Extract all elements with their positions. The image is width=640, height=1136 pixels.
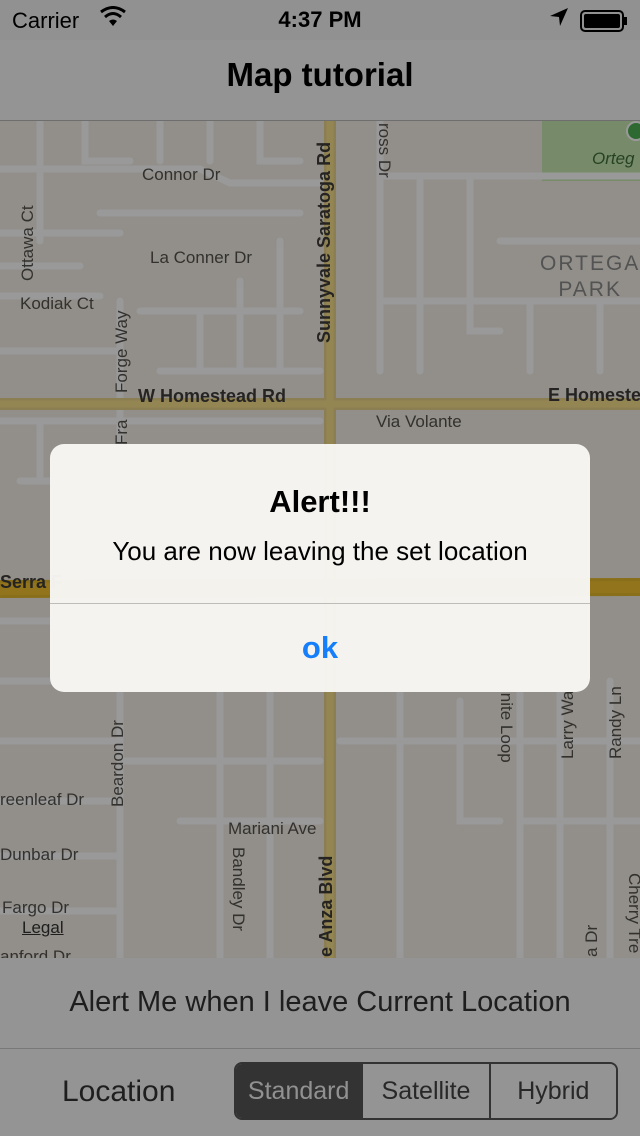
alert-title: Alert!!!	[269, 484, 371, 519]
alert-dialog: Alert!!! You are now leaving the set loc…	[50, 444, 590, 692]
alert-message: You are now leaving the set location	[112, 536, 528, 566]
ok-button[interactable]: ok	[50, 604, 590, 692]
